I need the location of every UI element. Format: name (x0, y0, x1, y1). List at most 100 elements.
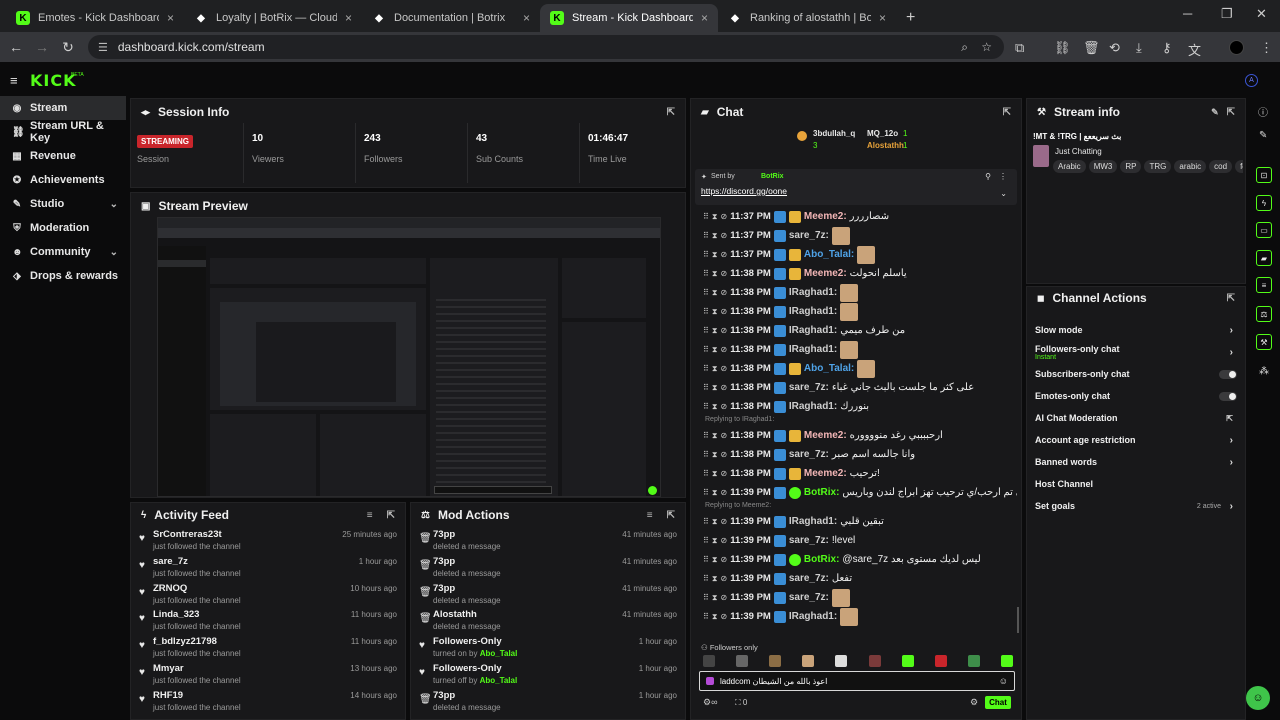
chat-message[interactable]: ⠿ ⧗ ⊘ 11:38 PM IRaghad1: (695, 302, 1017, 321)
filter-icon[interactable]: ≡ (647, 510, 653, 521)
chat-input[interactable]: laddcom اعوذ بالله من الشيطان ☺ (699, 671, 1015, 691)
chat-username[interactable]: sare_7z: (789, 449, 829, 460)
chat-message[interactable]: ⠿ ⧗ ⊘ 11:37 PM sare_7z: (695, 226, 1017, 245)
chat-username[interactable]: Abo_Talal: (804, 363, 854, 374)
ban-icon[interactable]: ⊘ (720, 612, 727, 621)
ban-icon[interactable]: ⊘ (720, 450, 727, 459)
sidebar-item-stream[interactable]: ◉ Stream (0, 96, 126, 120)
emote-icon[interactable] (868, 655, 881, 667)
mod-tools-icon[interactable]: ⠿ (703, 250, 709, 259)
close-icon[interactable]: × (167, 11, 174, 25)
edit-icon[interactable]: ✎ (1211, 107, 1219, 118)
chat-message[interactable]: ⠿ ⧗ ⊘ 11:39 PM IRaghad1: (695, 607, 1017, 626)
rail-bolt-icon[interactable]: ϟ (1256, 195, 1272, 211)
user-avatar[interactable]: A (1245, 74, 1258, 87)
channel-action-row[interactable]: Followers-only chat Instant › (1027, 341, 1245, 363)
ban-icon[interactable]: ⊘ (720, 488, 727, 497)
kick-logo[interactable]: KICK (30, 71, 77, 90)
close-icon[interactable]: × (879, 11, 886, 25)
timeout-icon[interactable]: ⧗ (712, 402, 718, 412)
popout-icon[interactable]: ⇱ (1227, 293, 1235, 304)
timeout-icon[interactable]: ⧗ (712, 288, 718, 298)
translate-icon[interactable]: 文 (1188, 40, 1201, 59)
unpin-icon[interactable]: ⚲ (985, 172, 991, 181)
reload-icon[interactable]: ↻ (55, 39, 81, 56)
ban-icon[interactable]: ⊘ (720, 574, 727, 583)
popout-icon[interactable]: ⇱ (1227, 107, 1235, 118)
emote-icon[interactable] (769, 655, 782, 667)
ban-icon[interactable]: ⊘ (720, 345, 727, 354)
channel-action-row[interactable]: AI Chat Moderation ⇱ (1027, 407, 1245, 429)
timeout-icon[interactable]: ⧗ (712, 212, 718, 222)
chat-message[interactable]: ⠿ ⧗ ⊘ 11:39 PM sare_7z: !level (695, 531, 1017, 550)
chat-username[interactable]: Meeme2: (804, 430, 847, 441)
timeout-icon[interactable]: ⧗ (712, 612, 718, 622)
chat-message[interactable]: ⠿ ⧗ ⊘ 11:37 PM Meeme2: شصارررر (695, 207, 1017, 226)
hamburger-menu-icon[interactable]: ≡ (10, 73, 18, 88)
maximize-icon[interactable]: ❐ (1221, 6, 1233, 22)
timeout-icon[interactable]: ⧗ (712, 593, 718, 603)
sidebar-item-stream-url-key[interactable]: ⛓ Stream URL & Key (0, 120, 126, 144)
chevron-down-icon[interactable]: ⌄ (110, 247, 118, 258)
emote-icon[interactable] (802, 655, 815, 667)
ban-icon[interactable]: ⊘ (720, 231, 727, 240)
toggle-switch[interactable] (1219, 391, 1237, 401)
mod-tools-icon[interactable]: ⠿ (703, 469, 709, 478)
chat-message[interactable]: ⠿ ⧗ ⊘ 11:38 PM Meeme2: ترحيب! (695, 464, 1017, 483)
timeout-icon[interactable]: ⧗ (712, 383, 718, 393)
pinned-link[interactable]: https://discord.gg/oone (701, 186, 787, 196)
link-extension-icon[interactable]: ⛓ (1054, 40, 1071, 56)
mod-tools-icon[interactable]: ⠿ (703, 231, 709, 240)
chat-username[interactable]: IRaghad1: (789, 401, 837, 412)
apps-icon[interactable]: ⁂ (1259, 366, 1269, 377)
browser-menu-icon[interactable]: ⋮ (1260, 40, 1273, 56)
browser-tab[interactable]: ◆ Loyalty | BotRix — Cloud Stream × (184, 4, 362, 32)
chat-username[interactable]: IRaghad1: (789, 287, 837, 298)
chat-username[interactable]: sare_7z: (789, 573, 829, 584)
address-bar[interactable]: ☰ dashboard.kick.com/stream ⌕ ☆ (88, 35, 1004, 59)
chat-username[interactable]: IRaghad1: (789, 611, 837, 622)
chat-message[interactable]: ⠿⧗⊘11:39 PM BotRix:ارحب/ي تم ارحب/ي ترحيب… (695, 483, 1017, 502)
timeout-icon[interactable]: ⧗ (712, 326, 718, 336)
chat-message[interactable]: ⠿ ⧗ ⊘ 11:38 PM IRaghad1: من طرف ميمي (695, 321, 1017, 340)
channel-action-row[interactable]: Host Channel (1027, 473, 1245, 495)
chat-message[interactable]: ⠿ ⧗ ⊘ 11:38 PM IRaghad1: (695, 340, 1017, 359)
new-tab-button[interactable]: + (896, 4, 925, 32)
sidebar-item-moderation[interactable]: ⛨ Moderation (0, 216, 126, 240)
ban-icon[interactable]: ⊘ (720, 269, 727, 278)
ban-icon[interactable]: ⊘ (720, 383, 727, 392)
chat-message[interactable]: ⠿ ⧗ ⊘ 11:39 PM sare_7z: (695, 588, 1017, 607)
chat-message[interactable]: ⠿ ⧗ ⊘ 11:38 PM IRaghad1: بنوررك (695, 397, 1017, 416)
popout-icon[interactable]: ⇱ (387, 510, 395, 521)
site-info-icon[interactable]: ☰ (98, 41, 108, 54)
timeout-icon[interactable]: ⧗ (712, 450, 718, 460)
chat-message[interactable]: ⠿ ⧗ ⊘ 11:38 PM Meeme2: ارحببببي رغد منووووره (695, 426, 1017, 445)
close-icon[interactable]: × (523, 11, 530, 25)
rail-stream-icon[interactable]: ⊡ (1256, 167, 1272, 183)
chat-username[interactable]: sare_7z: (789, 230, 829, 241)
mod-action-by[interactable]: Abo_Talal (480, 676, 518, 685)
mod-tools-icon[interactable]: ⠿ (703, 450, 709, 459)
ban-icon[interactable]: ⊘ (720, 555, 727, 564)
popout-icon[interactable]: ⇱ (667, 107, 675, 118)
mod-tools-icon[interactable]: ⠿ (703, 536, 709, 545)
chat-username[interactable]: BotRix: (804, 487, 840, 498)
ban-icon[interactable]: ⊘ (720, 326, 727, 335)
mod-tools-icon[interactable]: ⠿ (703, 593, 709, 602)
mod-tools-icon[interactable]: ⠿ (703, 488, 709, 497)
help-chat-button[interactable]: ☺ (1246, 686, 1270, 710)
download-icon[interactable]: ⤓ (1136, 40, 1142, 56)
browser-tab[interactable]: ◆ Ranking of alostathh | BotRix — × (718, 4, 896, 32)
pen-icon[interactable]: ✎ (1259, 130, 1267, 141)
external-link-icon[interactable]: ⇱ (1226, 414, 1233, 423)
emote-icon[interactable] (835, 655, 848, 667)
chat-username[interactable]: BotRix: (804, 554, 840, 565)
timeout-icon[interactable]: ⧗ (712, 555, 718, 565)
chat-message[interactable]: ⠿ ⧗ ⊘ 11:39 PM sare_7z: تفعل (695, 569, 1017, 588)
ban-icon[interactable]: ⊘ (720, 517, 727, 526)
filter-icon[interactable]: ≡ (367, 510, 373, 521)
ban-icon[interactable]: ⊘ (720, 212, 727, 221)
sidebar-item-drops-rewards[interactable]: ⬗ Drops & rewards (0, 264, 126, 288)
chevron-right-icon[interactable]: › (1230, 501, 1233, 512)
pinned-message[interactable]: ✦ Sent by BotRix https://discord.gg/oone… (695, 169, 1017, 205)
